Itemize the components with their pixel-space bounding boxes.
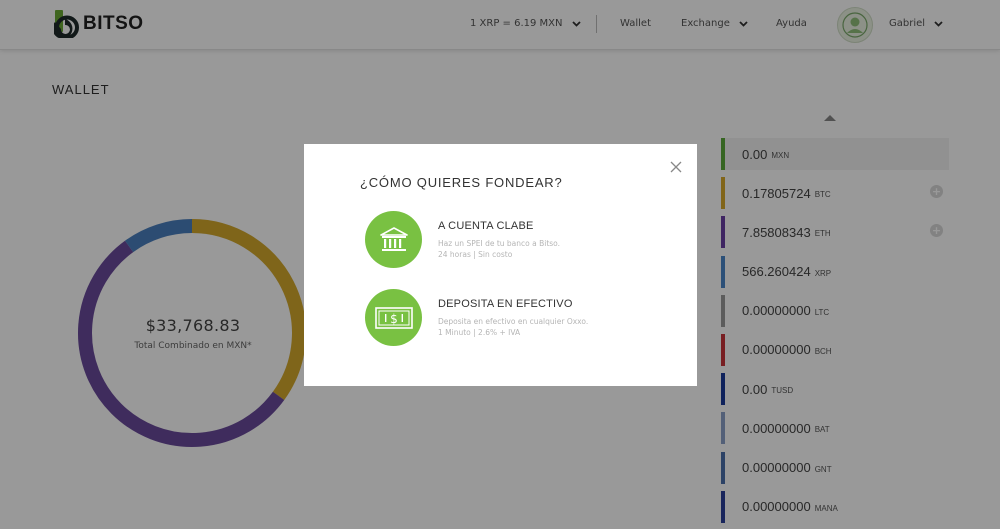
svg-text:$: $ bbox=[390, 312, 398, 326]
option-details: 1 Minuto | 2.6% + IVA bbox=[438, 328, 521, 337]
option-title: DEPOSITA EN EFECTIVO bbox=[438, 298, 573, 310]
modal-title: ¿CÓMO QUIERES FONDEAR? bbox=[360, 175, 563, 190]
option-title: A CUENTA CLABE bbox=[438, 220, 534, 232]
option-description: Deposita en efectivo en cualquier Oxxo. bbox=[438, 317, 589, 326]
fund-modal: ¿CÓMO QUIERES FONDEAR? A CUENTA CLABE Ha… bbox=[304, 144, 697, 386]
option-cuenta-clabe[interactable]: A CUENTA CLABE Haz un SPEI de tu banco a… bbox=[365, 211, 665, 269]
bank-icon bbox=[365, 211, 422, 268]
option-description: Haz un SPEI de tu banco a Bitso. bbox=[438, 239, 561, 248]
cash-icon: $ bbox=[365, 289, 422, 346]
close-icon[interactable] bbox=[669, 159, 683, 173]
option-details: 24 horas | Sin costo bbox=[438, 250, 513, 259]
option-deposita-efectivo[interactable]: $ DEPOSITA EN EFECTIVO Deposita en efect… bbox=[365, 289, 665, 347]
